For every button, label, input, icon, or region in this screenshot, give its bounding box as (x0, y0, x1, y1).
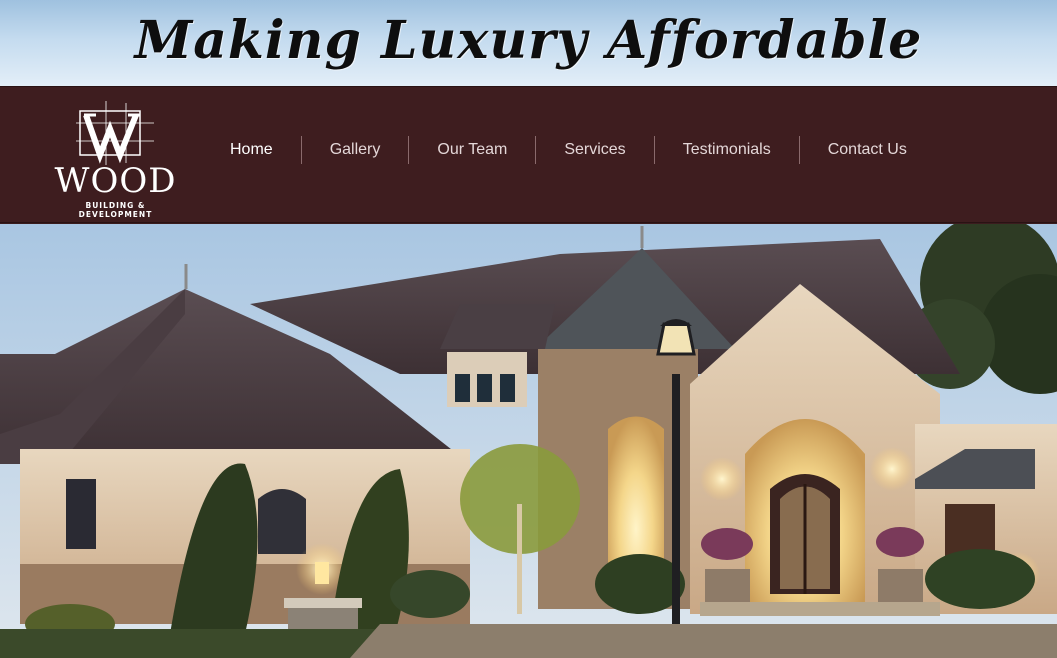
hero-image (0, 224, 1057, 658)
nav-gallery[interactable]: Gallery (302, 136, 410, 164)
nav-home[interactable]: Home (202, 136, 302, 164)
nav-contact-us[interactable]: Contact Us (800, 136, 935, 164)
wood-logo[interactable]: WOOD BUILDING & DEVELOPMENT (48, 97, 183, 219)
logo-subtitle: BUILDING & DEVELOPMENT (78, 201, 153, 219)
logo-emblem-icon (76, 101, 154, 165)
main-nav: Home Gallery Our Team Services Testimoni… (202, 136, 935, 164)
nav-services[interactable]: Services (536, 136, 655, 164)
navigation-bar: WOOD BUILDING & DEVELOPMENT Home Gallery… (0, 86, 1057, 223)
logo-wordmark: WOOD (54, 161, 177, 201)
nav-testimonials[interactable]: Testimonials (655, 136, 800, 164)
header-banner: Making Luxury Affordable (0, 0, 1057, 86)
luxury-house-photo-icon (0, 224, 1057, 658)
nav-our-team[interactable]: Our Team (409, 136, 537, 164)
site-tagline: Making Luxury Affordable (134, 10, 923, 71)
